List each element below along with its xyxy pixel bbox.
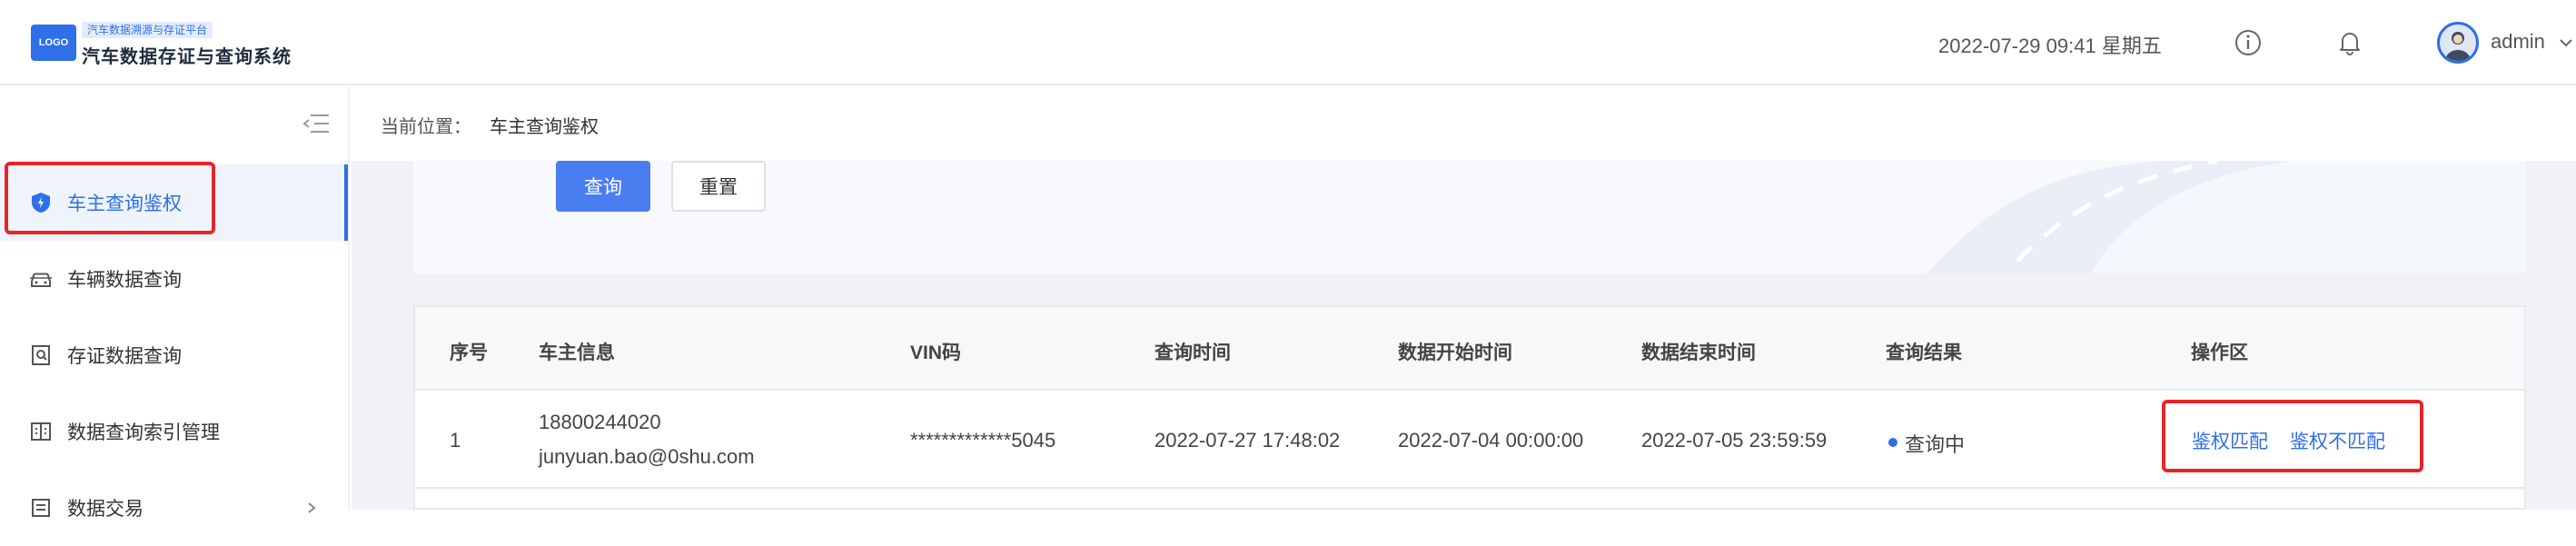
chevron-right-icon — [304, 501, 319, 515]
sidebar-item-data-trading[interactable]: 数据交易 — [0, 470, 348, 546]
col-end-time: 数据结束时间 — [1641, 342, 1756, 363]
car-icon — [27, 265, 54, 293]
sidebar-item-index-management[interactable]: 数据查询索引管理 — [0, 393, 348, 470]
index-icon — [27, 418, 54, 445]
end-time-value: 2022-07-05 23:59:59 — [1641, 429, 1828, 452]
vin-value: *************5045 — [910, 429, 1056, 452]
list-icon — [27, 494, 54, 521]
highlight-box-actions — [2162, 400, 2423, 472]
owner-email: junyuan.bao@0shu.com — [539, 445, 755, 468]
start-time-value: 2022-07-04 00:00:00 — [1398, 429, 1584, 452]
search-doc-icon — [27, 342, 54, 369]
col-start-time: 数据开始时间 — [1398, 342, 1512, 363]
breadcrumb-current: 车主查询鉴权 — [490, 117, 599, 137]
logo: LOGO — [31, 25, 76, 61]
breadcrumb-label: 当前位置： — [381, 117, 471, 137]
status-text: 查询中 — [1905, 433, 1966, 456]
owner-phone: 18800244020 — [539, 411, 661, 433]
sidebar-item-label: 数据查询索引管理 — [67, 422, 220, 443]
datetime-display: 2022-07-29 09:41 星期五 — [1938, 35, 2162, 57]
menu-collapse-icon[interactable] — [302, 112, 331, 135]
chevron-down-icon[interactable] — [2558, 35, 2574, 51]
col-query-time: 查询时间 — [1154, 342, 1231, 363]
top-header: LOGO 汽车数据溯源与存证平台 汽车数据存证与查询系统 2022-07-29 … — [0, 0, 2576, 85]
status-dot — [1888, 438, 1897, 447]
sidebar-item-label: 车辆数据查询 — [67, 270, 182, 291]
bell-icon[interactable] — [2334, 27, 2365, 58]
filter-panel: 查询 重置 — [413, 161, 2526, 273]
road-decoration — [1927, 161, 2526, 273]
sidebar-item-label: 存证数据查询 — [67, 346, 182, 367]
query-button[interactable]: 查询 — [556, 161, 650, 212]
query-time-value: 2022-07-27 17:48:02 — [1154, 429, 1341, 452]
sidebar: 车主查询鉴权 车辆数据查询 存证数据查询 数据查询索引管理 数据交易 — [0, 86, 350, 520]
reset-button[interactable]: 重置 — [671, 161, 766, 212]
sidebar-item-evidence-query[interactable]: 存证数据查询 — [0, 317, 348, 393]
col-actions: 操作区 — [2191, 342, 2248, 363]
sidebar-item-label: 数据交易 — [67, 499, 144, 520]
row-index: 1 — [450, 429, 461, 452]
col-vin: VIN码 — [910, 342, 962, 363]
avatar[interactable] — [2437, 22, 2479, 64]
sidebar-item-vehicle-data[interactable]: 车辆数据查询 — [0, 241, 348, 317]
username-label[interactable]: admin — [2491, 30, 2545, 54]
breadcrumb: 当前位置： 车主查询鉴权 — [352, 86, 2576, 161]
table-header: 序号 车主信息 VIN码 查询时间 数据开始时间 数据结束时间 查询结果 操作区 — [415, 307, 2524, 391]
col-result: 查询结果 — [1886, 342, 1962, 363]
highlight-box-sidebar — [5, 162, 215, 234]
app-title: 汽车数据存证与查询系统 — [82, 45, 292, 67]
col-owner-info: 车主信息 — [539, 342, 615, 363]
platform-subtitle: 汽车数据溯源与存证平台 — [82, 22, 213, 38]
info-circle-icon[interactable] — [2233, 27, 2264, 58]
col-index: 序号 — [450, 342, 488, 363]
